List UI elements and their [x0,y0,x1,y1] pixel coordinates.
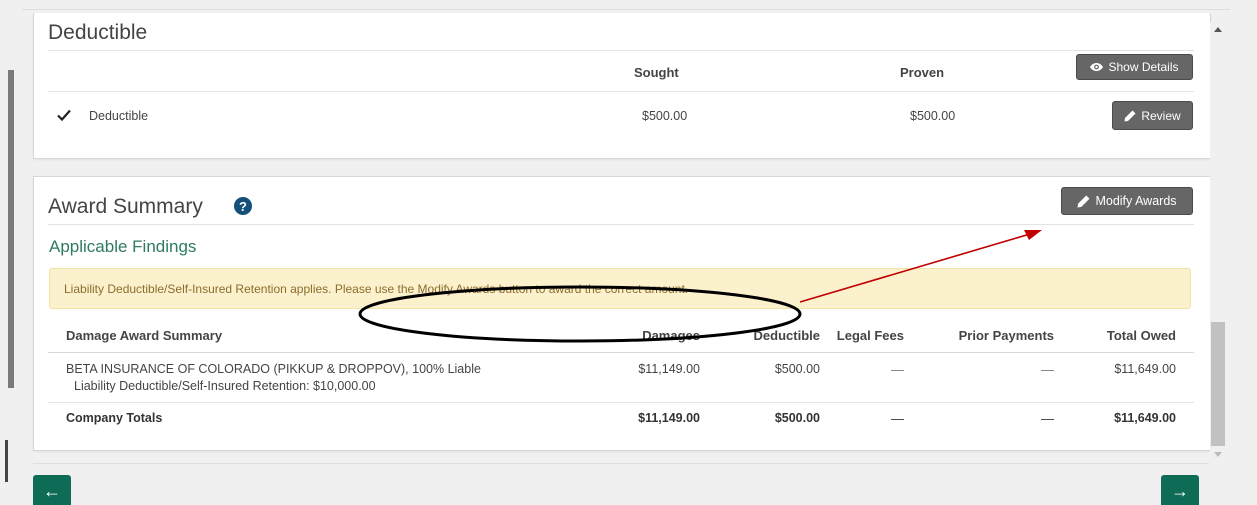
top-divider [22,9,1230,10]
pencil-icon [1124,110,1136,121]
review-label: Review [1141,108,1181,123]
eye-icon [1090,62,1104,72]
modify-awards-button[interactable]: Modify Awards [1061,187,1193,215]
applicable-findings-title: Applicable Findings [49,237,197,256]
check-icon [57,109,71,121]
modify-awards-label: Modify Awards [1095,194,1177,208]
sought-header: Sought [634,65,679,80]
proven-header: Proven [900,65,945,80]
totals-label: Company Totals [66,411,163,425]
deductible-card: Deductible Show Details Sought Proven De… [33,13,1211,159]
left-frame-bar [8,70,14,388]
header-legal-fees: Legal Fees [836,328,904,343]
header-damage-award-summary: Damage Award Summary [66,328,223,343]
next-button[interactable]: → [1161,475,1199,505]
scrollbar-thumb[interactable] [1211,322,1225,446]
scroll-up-arrow[interactable] [1214,27,1222,32]
deductible-sought-value: $500.00 [642,109,688,123]
award-summary-card: Award Summary ? Modify Awards Applicable… [33,176,1211,451]
row-damages: $11,149.00 [638,362,700,376]
row-total-owed: $11,649.00 [1114,362,1176,376]
scroll-down-arrow[interactable] [1214,452,1222,457]
bottom-divider [33,463,1209,464]
page: Deductible Show Details Sought Proven De… [0,0,1257,505]
deductible-row-label: Deductible [89,109,149,123]
award-summary-title: Award Summary [48,195,203,218]
divider [48,224,1194,225]
header-damages: Damages [642,328,700,343]
question-circle-icon[interactable]: ? [234,197,252,215]
divider [48,91,1194,92]
show-details-label: Show Details [1108,60,1179,74]
totals-prior-payments: — [1041,411,1054,426]
review-button[interactable]: Review [1112,101,1193,130]
totals-total-owed: $11,649.00 [1114,411,1176,425]
row-company-sub: Liability Deductible/Self-Insured Retent… [74,379,376,393]
arrow-left-icon: ← [43,480,61,501]
divider [48,352,1194,353]
show-details-button[interactable]: Show Details [1076,54,1193,80]
header-prior-payments: Prior Payments [958,328,1054,343]
totals-legal-fees: — [891,411,904,426]
header-total-owed: Total Owed [1106,328,1176,343]
findings-alert: Liability Deductible/Self-Insured Retent… [49,268,1191,309]
row-legal-fees: — [891,362,904,377]
row-company-name: BETA INSURANCE OF COLORADO (PIKKUP & DRO… [66,362,481,376]
divider [48,50,1194,51]
left-frame-bar-lower [5,440,8,482]
arrow-right-icon: → [1171,480,1189,501]
pencil-icon [1078,195,1090,207]
row-prior-payments: — [1041,362,1054,377]
divider [48,402,1194,403]
deductible-proven-value: $500.00 [910,109,956,123]
deductible-title: Deductible [48,21,148,44]
totals-damages: $11,149.00 [638,411,700,425]
previous-button[interactable]: ← [33,475,71,505]
alert-text: Liability Deductible/Self-Insured Retent… [64,282,689,296]
